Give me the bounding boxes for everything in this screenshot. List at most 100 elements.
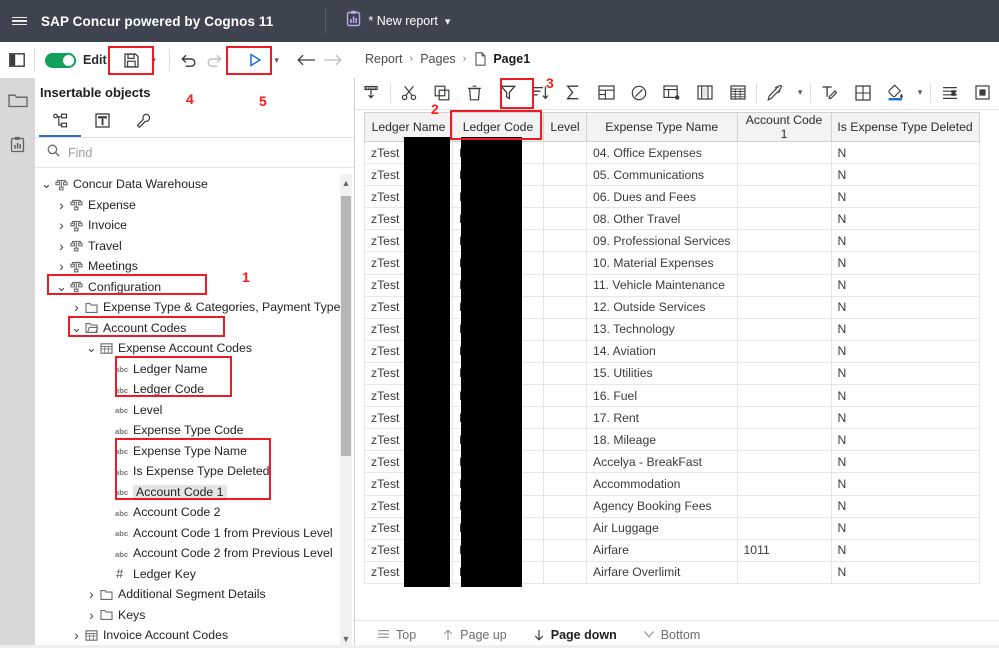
cell-account_code_1[interactable] bbox=[736, 384, 832, 408]
cell-account_code_1[interactable] bbox=[736, 339, 832, 363]
cell-expense_type_name[interactable]: 11. Vehicle Maintenance bbox=[586, 273, 738, 297]
tree-node-ledger-key[interactable]: # Ledger Key bbox=[35, 564, 355, 585]
clipboard-icon[interactable] bbox=[0, 122, 35, 166]
pager-page-up[interactable]: Page up bbox=[442, 628, 507, 642]
cell-expense_type_name[interactable]: 16. Fuel bbox=[586, 384, 738, 408]
calculate-button[interactable] bbox=[623, 76, 656, 110]
section-button[interactable] bbox=[656, 76, 689, 110]
cell-level[interactable] bbox=[543, 251, 587, 275]
report-selector[interactable]: * New report ▾ bbox=[346, 10, 450, 32]
cell-is_deleted[interactable]: N bbox=[830, 361, 980, 386]
table-row[interactable]: zTestM11. Vehicle MaintenanceN bbox=[364, 273, 980, 297]
arrow-left-icon[interactable] bbox=[294, 45, 320, 75]
pick-style-caret-icon[interactable]: ▾ bbox=[792, 76, 808, 110]
folder-icon[interactable] bbox=[0, 78, 35, 122]
chevron-down-icon[interactable]: ⌄ bbox=[86, 341, 97, 354]
cell-account_code_1[interactable] bbox=[736, 361, 832, 386]
cell-expense_type_name[interactable]: 13. Technology bbox=[586, 317, 738, 341]
column-header-level[interactable]: Level bbox=[543, 112, 587, 142]
cell-expense_type_name[interactable]: Accelya - BreakFast bbox=[586, 450, 738, 474]
table-row[interactable]: zTestM12. Outside ServicesN bbox=[364, 295, 980, 319]
chevron-right-icon[interactable]: › bbox=[56, 238, 67, 254]
cell-level[interactable] bbox=[543, 384, 587, 408]
tree-node-expense[interactable]: › Expense bbox=[35, 195, 355, 216]
borders-button[interactable] bbox=[846, 76, 879, 110]
chevron-right-icon[interactable]: › bbox=[86, 607, 97, 623]
cell-level[interactable] bbox=[543, 317, 587, 341]
table-row[interactable]: zTestM16. FuelN bbox=[364, 384, 980, 408]
cell-account_code_1[interactable] bbox=[736, 472, 832, 496]
tree-node-account-code-1[interactable]: abc Account Code 1 bbox=[35, 482, 355, 503]
run-caret-icon[interactable]: ▾ bbox=[268, 45, 286, 75]
cell-account_code_1[interactable] bbox=[736, 163, 832, 187]
redo-icon[interactable] bbox=[202, 45, 228, 75]
column-header-is-expense-type-deleted[interactable]: Is Expense Type Deleted bbox=[830, 112, 980, 142]
filters-button[interactable] bbox=[491, 76, 524, 110]
page-structure-button[interactable] bbox=[355, 76, 388, 110]
table-row[interactable]: zTestM18. MileageN bbox=[364, 428, 980, 452]
run-play-icon[interactable] bbox=[242, 45, 268, 75]
cell-is_deleted[interactable]: N bbox=[830, 516, 980, 540]
summarize-button[interactable] bbox=[557, 76, 590, 110]
cell-level[interactable] bbox=[543, 494, 587, 518]
cell-level[interactable] bbox=[543, 428, 587, 452]
chevron-right-icon[interactable]: › bbox=[56, 197, 67, 213]
cell-expense_type_name[interactable]: Airfare bbox=[586, 538, 738, 562]
tree-node-configuration[interactable]: ⌄ Configuration bbox=[35, 277, 355, 298]
chevron-right-icon[interactable]: › bbox=[56, 258, 67, 274]
tree-node-expense-type-code[interactable]: abc Expense Type Code bbox=[35, 420, 355, 441]
cell-expense_type_name[interactable]: 09. Professional Services bbox=[586, 229, 738, 253]
cell-is_deleted[interactable]: N bbox=[830, 295, 980, 319]
cell-expense_type_name[interactable]: 06. Dues and Fees bbox=[586, 185, 738, 209]
table-row[interactable]: zTestM09. Professional ServicesN bbox=[364, 229, 980, 253]
table-row[interactable]: zTestM14. AviationN bbox=[364, 339, 980, 363]
clear-style-button[interactable] bbox=[813, 76, 846, 110]
cell-level[interactable] bbox=[543, 140, 587, 165]
chevron-right-icon[interactable]: › bbox=[56, 217, 67, 233]
cell-expense_type_name[interactable]: Accommodation bbox=[586, 472, 738, 496]
cell-is_deleted[interactable]: N bbox=[830, 339, 980, 363]
cell-expense_type_name[interactable]: Agency Booking Fees bbox=[586, 494, 738, 518]
padding-button[interactable] bbox=[966, 76, 999, 110]
tree-node-expense-account-codes[interactable]: ⌄ Expense Account Codes bbox=[35, 338, 355, 359]
cell-account_code_1[interactable] bbox=[736, 140, 832, 165]
chevron-up-icon[interactable]: ▲ bbox=[340, 174, 352, 192]
cell-expense_type_name[interactable]: 18. Mileage bbox=[586, 428, 738, 452]
cell-level[interactable] bbox=[543, 538, 587, 562]
cell-expense_type_name[interactable]: 17. Rent bbox=[586, 406, 738, 430]
column-header-account-code-1[interactable]: Account Code 1 bbox=[736, 112, 832, 142]
cell-expense_type_name[interactable]: 14. Aviation bbox=[586, 339, 738, 363]
cell-expense_type_name[interactable]: Air Luggage bbox=[586, 516, 738, 540]
tree-node-account-code-2-from-previous-level[interactable]: abc Account Code 2 from Previous Level bbox=[35, 543, 355, 564]
table-row[interactable]: zTestM15. UtilitiesN bbox=[364, 361, 980, 386]
tab-data-source[interactable] bbox=[39, 106, 81, 137]
cell-expense_type_name[interactable]: 08. Other Travel bbox=[586, 207, 738, 231]
cell-account_code_1[interactable] bbox=[736, 185, 832, 209]
tree-node-expense-type-name[interactable]: abc Expense Type Name bbox=[35, 441, 355, 462]
background-color-caret-icon[interactable]: ▾ bbox=[912, 76, 928, 110]
tree-node-additional-segment-details[interactable]: › Additional Segment Details bbox=[35, 584, 355, 605]
cell-expense_type_name[interactable]: 04. Office Expenses bbox=[586, 140, 738, 165]
table-row[interactable]: zTestM10. Material ExpensesN bbox=[364, 251, 980, 275]
cell-account_code_1[interactable]: 1011 bbox=[736, 538, 832, 562]
cell-level[interactable] bbox=[543, 185, 587, 209]
tree-scrollbar[interactable]: ▲ ▼ bbox=[340, 174, 352, 648]
pager-bottom[interactable]: Bottom bbox=[643, 628, 700, 642]
table-row[interactable]: zTestMAccommodationN bbox=[364, 472, 980, 496]
cell-is_deleted[interactable]: N bbox=[830, 317, 980, 341]
cell-expense_type_name[interactable]: 10. Material Expenses bbox=[586, 251, 738, 275]
cell-is_deleted[interactable]: N bbox=[830, 384, 980, 408]
undo-icon[interactable] bbox=[176, 45, 202, 75]
cell-expense_type_name[interactable]: 05. Communications bbox=[586, 163, 738, 187]
cell-account_code_1[interactable] bbox=[736, 494, 832, 518]
cell-level[interactable] bbox=[543, 273, 587, 297]
cell-account_code_1[interactable] bbox=[736, 295, 832, 319]
chevron-down-icon[interactable]: ⌄ bbox=[71, 321, 82, 334]
cell-level[interactable] bbox=[543, 516, 587, 540]
cell-level[interactable] bbox=[543, 229, 587, 253]
cut-button[interactable] bbox=[393, 76, 426, 110]
cell-is_deleted[interactable]: N bbox=[830, 251, 980, 275]
cell-level[interactable] bbox=[543, 560, 587, 584]
cell-account_code_1[interactable] bbox=[736, 251, 832, 275]
align-button[interactable] bbox=[933, 76, 966, 110]
